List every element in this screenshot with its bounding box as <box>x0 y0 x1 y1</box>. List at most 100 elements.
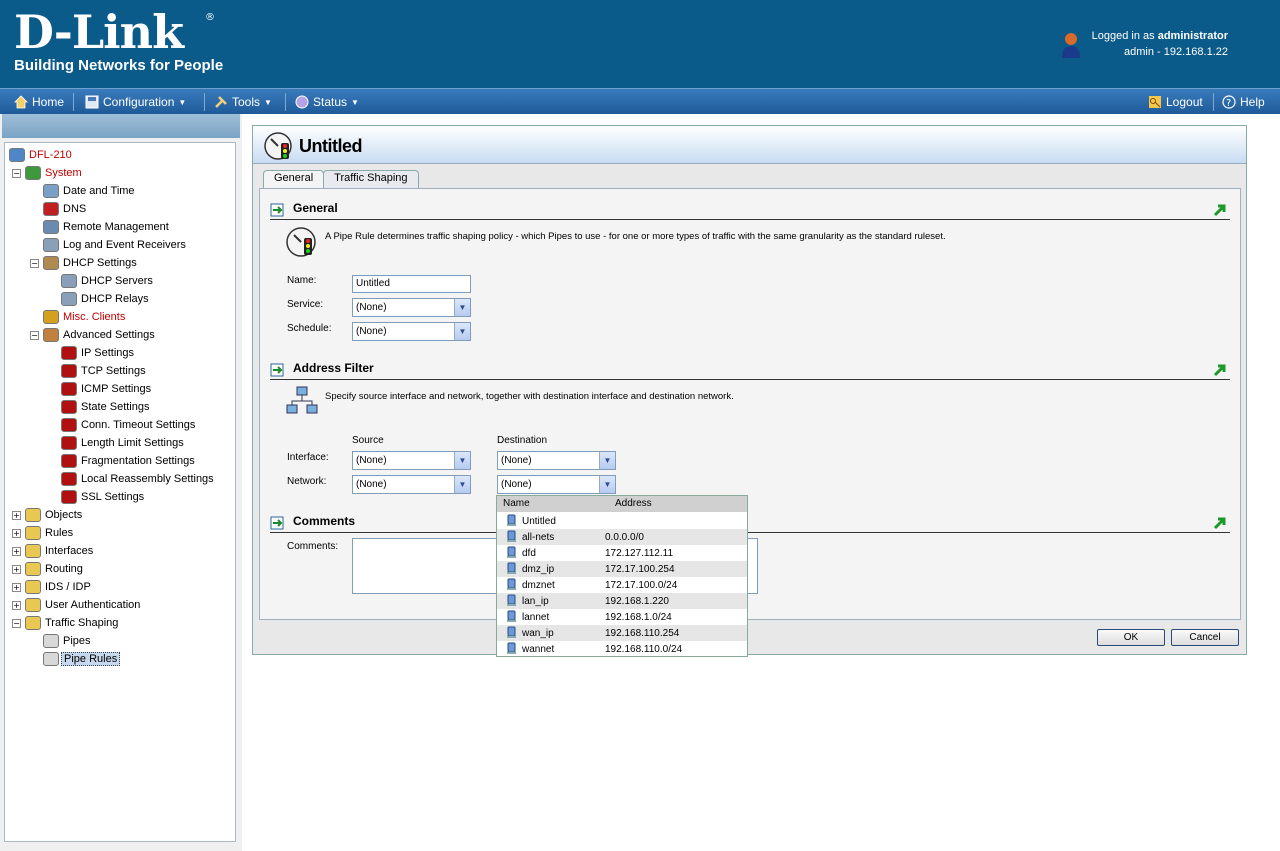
tree-node-icon <box>25 166 41 180</box>
expand-icon[interactable]: + <box>12 601 21 610</box>
ok-button[interactable]: OK <box>1097 629 1165 646</box>
tree-item-routing[interactable]: Routing <box>25 561 85 577</box>
floppy-icon <box>85 95 99 109</box>
tab-general[interactable]: General <box>263 170 325 189</box>
section-arrow-icon <box>270 363 284 377</box>
tree-item-label: User Authentication <box>45 599 141 611</box>
tree-node-icon <box>43 634 59 648</box>
dropdown-option[interactable]: lan_ip 192.168.1.220 <box>497 593 747 609</box>
dropdown-option[interactable]: dmznet 172.17.100.0/24 <box>497 577 747 593</box>
dropdown-option[interactable]: lannet 192.168.1.0/24 <box>497 609 747 625</box>
host-icon <box>507 578 516 590</box>
schedule-select[interactable]: (None) ▼ <box>352 322 471 341</box>
tree-item-ssl-settings[interactable]: SSL Settings <box>61 489 146 505</box>
menu-logout[interactable]: Logout <box>1148 93 1203 111</box>
collapse-icon[interactable] <box>1213 203 1227 217</box>
expand-icon[interactable]: + <box>12 511 21 520</box>
tree-item-misc-clients[interactable]: Misc. Clients <box>43 309 127 325</box>
tree-item-state-settings[interactable]: State Settings <box>61 399 152 415</box>
tree-item-conn-timeout-settings[interactable]: Conn. Timeout Settings <box>61 417 197 433</box>
tree-item-dns[interactable]: DNS <box>43 201 88 217</box>
tree-item-ids-idp[interactable]: IDS / IDP <box>25 579 93 595</box>
collapse-icon[interactable] <box>1213 516 1227 530</box>
tree-item-interfaces[interactable]: Interfaces <box>25 543 95 559</box>
tree-item-traffic-shaping[interactable]: Traffic Shaping <box>25 615 120 631</box>
cancel-button[interactable]: Cancel <box>1171 629 1239 646</box>
tree-item-advanced-settings[interactable]: Advanced Settings <box>43 327 157 343</box>
tree-item-dfl-210[interactable]: DFL-210 <box>9 147 74 163</box>
service-select[interactable]: (None) ▼ <box>352 298 471 317</box>
tree-item-icmp-settings[interactable]: ICMP Settings <box>61 381 153 397</box>
tree-node-icon <box>61 436 77 450</box>
tree-item-label: DHCP Settings <box>63 257 137 269</box>
tree-item-remote-management[interactable]: Remote Management <box>43 219 171 235</box>
tree-item-dhcp-relays[interactable]: DHCP Relays <box>61 291 151 307</box>
menu-tools[interactable]: Tools ▼ <box>214 93 272 111</box>
dropdown-option-address: 192.168.110.254 <box>605 627 680 639</box>
destination-network-select[interactable]: (None) ▼ <box>497 475 616 494</box>
source-network-select[interactable]: (None) ▼ <box>352 475 471 494</box>
tree-node-icon <box>43 328 59 342</box>
user-icon <box>1062 33 1080 58</box>
expand-icon[interactable]: + <box>12 547 21 556</box>
dropdown-option[interactable]: wan_ip 192.168.110.254 <box>497 625 747 641</box>
dropdown-option-name: lannet <box>522 611 550 623</box>
tree-item-dhcp-servers[interactable]: DHCP Servers <box>61 273 155 289</box>
dropdown-option[interactable]: Untitled <box>497 513 747 529</box>
dropdown-option[interactable]: wannet 192.168.110.0/24 <box>497 641 747 657</box>
pipe-rule-gauge-icon <box>286 227 316 257</box>
tree-item-objects[interactable]: Objects <box>25 507 84 523</box>
chevron-down-icon[interactable]: ▼ <box>599 476 615 493</box>
svg-text:?: ? <box>1226 98 1231 109</box>
dropdown-option[interactable]: dmz_ip 172.17.100.254 <box>497 561 747 577</box>
collapse-icon[interactable]: − <box>30 259 39 268</box>
collapse-icon[interactable] <box>1213 363 1227 377</box>
key-icon <box>1149 96 1161 108</box>
tree-item-system[interactable]: System <box>25 165 84 181</box>
tree-item-label: Pipes <box>63 635 91 647</box>
tree-item-date-and-time[interactable]: Date and Time <box>43 183 137 199</box>
tree-item-fragmentation-settings[interactable]: Fragmentation Settings <box>61 453 197 469</box>
source-interface-select[interactable]: (None) ▼ <box>352 451 471 470</box>
tree-item-tcp-settings[interactable]: TCP Settings <box>61 363 148 379</box>
tree-item-dhcp-settings[interactable]: DHCP Settings <box>43 255 139 271</box>
tree-item-pipes[interactable]: Pipes <box>43 633 93 649</box>
dropdown-option[interactable]: all-nets 0.0.0.0/0 <box>497 529 747 545</box>
name-input[interactable]: Untitled <box>352 275 471 293</box>
collapse-icon[interactable]: − <box>12 169 21 178</box>
chevron-down-icon[interactable]: ▼ <box>454 476 470 493</box>
tree-node-icon <box>61 490 77 504</box>
tree-item-length-limit-settings[interactable]: Length Limit Settings <box>61 435 186 451</box>
expand-icon[interactable]: + <box>12 565 21 574</box>
address-filter-heading: Address Filter <box>293 361 374 375</box>
destination-interface-select[interactable]: (None) ▼ <box>497 451 616 470</box>
tree-node-icon <box>25 616 41 630</box>
dropdown-option[interactable]: dfd 172.127.112.11 <box>497 545 747 561</box>
menu-status[interactable]: Status ▼ <box>295 93 359 111</box>
expand-icon[interactable]: + <box>12 529 21 538</box>
menu-help[interactable]: ? Help <box>1222 93 1265 111</box>
tree-item-local-reassembly-settings[interactable]: Local Reassembly Settings <box>61 471 216 487</box>
tree-item-ip-settings[interactable]: IP Settings <box>61 345 136 361</box>
tree-item-log-and-event-receivers[interactable]: Log and Event Receivers <box>43 237 188 253</box>
menu-separator <box>73 93 74 111</box>
panel-header: Untitled <box>253 126 1246 164</box>
destination-network-dropdown[interactable]: Name Address Untitled all-nets 0.0.0.0/0 df… <box>496 495 748 657</box>
dropdown-option-name: all-nets <box>522 531 555 543</box>
collapse-icon[interactable]: − <box>12 619 21 628</box>
menubar: Home Configuration ▼ Tools ▼ Status ▼ Logou… <box>0 88 1280 114</box>
tree-item-rules[interactable]: Rules <box>25 525 75 541</box>
chevron-down-icon[interactable]: ▼ <box>454 452 470 469</box>
menu-configuration[interactable]: Configuration ▼ <box>85 93 186 111</box>
tree-node-icon <box>61 364 77 378</box>
chevron-down-icon[interactable]: ▼ <box>454 323 470 340</box>
chevron-down-icon[interactable]: ▼ <box>454 299 470 316</box>
menu-home[interactable]: Home <box>14 93 64 111</box>
tab-traffic-shaping[interactable]: Traffic Shaping <box>323 170 419 188</box>
expand-icon[interactable]: + <box>12 583 21 592</box>
tree-item-user-authentication[interactable]: User Authentication <box>25 597 142 613</box>
collapse-icon[interactable]: − <box>30 331 39 340</box>
chevron-down-icon[interactable]: ▼ <box>599 452 615 469</box>
tree-item-pipe-rules[interactable]: Pipe Rules <box>43 651 121 667</box>
general-heading: General <box>293 201 338 215</box>
